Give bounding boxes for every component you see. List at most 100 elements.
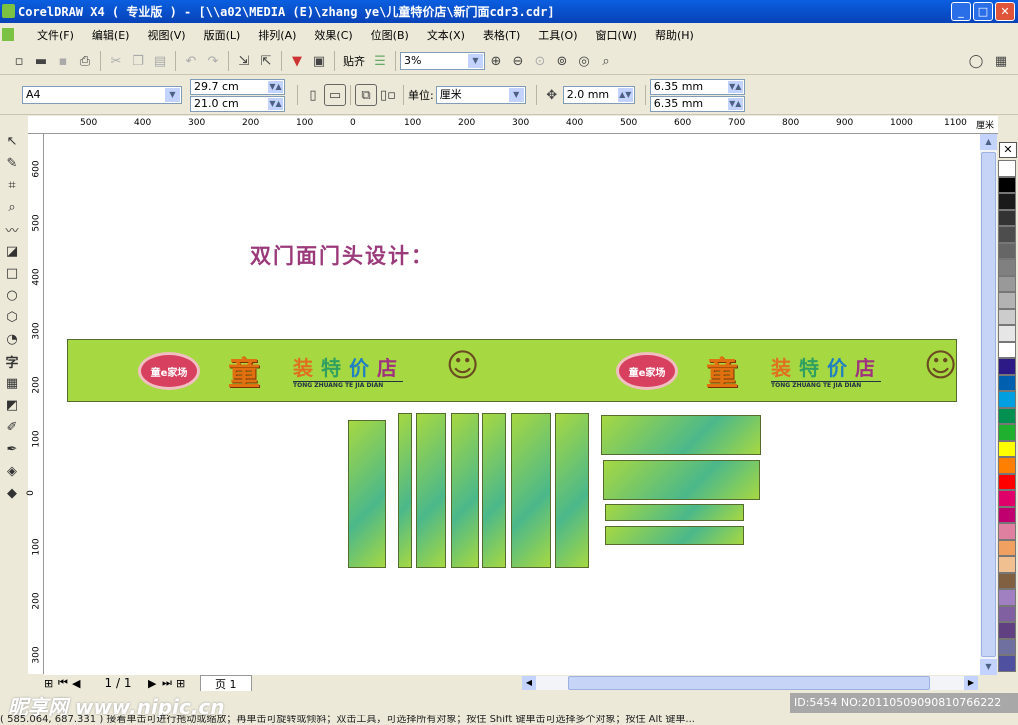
import-icon[interactable]: ⇲ (233, 50, 255, 72)
vertical-ruler[interactable]: 600 500 400 300 200 100 0 100 200 300 (26, 134, 44, 674)
print-icon[interactable]: ⎙ (74, 50, 96, 72)
color-swatch[interactable] (998, 589, 1016, 606)
zoom-selected-icon[interactable]: ⊙ (529, 50, 551, 72)
table-tool-icon[interactable]: ▦ (0, 372, 24, 394)
signage-panel[interactable] (416, 413, 446, 568)
signage-panel[interactable] (605, 526, 744, 545)
rectangle-tool-icon[interactable]: □ (0, 262, 24, 284)
zoom-all-icon[interactable]: ⊚ (551, 50, 573, 72)
snap-to-dropdown[interactable]: 贴齐 (339, 53, 369, 69)
color-swatch[interactable] (998, 572, 1016, 589)
color-swatch[interactable] (998, 242, 1016, 259)
zoom-page-icon[interactable]: ◎ (573, 50, 595, 72)
door-banner[interactable]: 童e家场童装特价店 TONG ZHUANG TE JIA DIAN ☺ 童e家场童装特… (67, 339, 957, 402)
fill-tool-icon[interactable]: ◈ (0, 460, 24, 482)
signage-panel[interactable] (348, 420, 386, 568)
color-swatch[interactable] (998, 523, 1016, 540)
freehand-tool-icon[interactable]: 〰 (0, 218, 24, 240)
polygon-tool-icon[interactable]: ⬡ (0, 306, 24, 328)
page-height-input[interactable]: 21.0 cm ▼▲ (190, 95, 285, 112)
menu-window[interactable]: 窗口(W) (587, 27, 646, 43)
menu-tools[interactable]: 工具(O) (529, 27, 586, 43)
color-swatch[interactable] (998, 457, 1016, 474)
signage-panel[interactable] (555, 413, 589, 568)
unit-select[interactable]: 厘米 ▼ (435, 86, 526, 104)
crop-tool-icon[interactable]: ⌗ (0, 174, 24, 196)
vertical-scrollbar[interactable]: ▲ ▼ (980, 134, 997, 675)
first-page-icon[interactable]: ⏮ (58, 676, 72, 690)
shape-tool-icon[interactable]: ✎ (0, 152, 24, 174)
color-swatch[interactable] (998, 622, 1016, 639)
color-swatch[interactable] (998, 341, 1016, 358)
scroll-left-icon[interactable]: ◀ (522, 676, 536, 690)
zoom-width-icon[interactable]: ⌕ (595, 50, 617, 72)
color-swatch[interactable] (998, 655, 1016, 672)
color-swatch[interactable] (998, 490, 1016, 507)
color-swatch[interactable] (998, 539, 1016, 556)
zoom-in-icon[interactable]: ⊕ (485, 50, 507, 72)
drawing-canvas[interactable]: 双门面门头设计： 童e家场童装特价店 TONG ZHUANG TE JIA DIA… (44, 134, 980, 675)
signage-panel[interactable] (601, 415, 761, 455)
landscape-icon[interactable]: ▭ (324, 84, 346, 106)
color-swatch[interactable] (998, 391, 1016, 408)
menu-help[interactable]: 帮助(H) (646, 27, 703, 43)
signage-panel[interactable] (603, 460, 760, 500)
application-launcher-icon[interactable]: ▼ (286, 50, 308, 72)
signage-panel[interactable] (398, 413, 412, 568)
duplicate-y-input[interactable]: 6.35 mm ▼▲ (649, 95, 745, 112)
menu-text[interactable]: 文本(X) (418, 27, 474, 43)
color-swatch[interactable] (998, 308, 1016, 325)
interactive-blend-icon[interactable]: ◩ (0, 394, 24, 416)
color-swatch[interactable] (998, 407, 1016, 424)
outline-tool-icon[interactable]: ✒ (0, 438, 24, 460)
options-icon[interactable]: ☰ (369, 50, 391, 72)
horizontal-scroll-thumb[interactable] (568, 676, 930, 690)
redo-icon[interactable]: ↷ (202, 50, 224, 72)
color-swatch[interactable] (998, 176, 1016, 193)
color-swatch[interactable] (998, 209, 1016, 226)
duplicate-x-input[interactable]: 6.35 mm ▼▲ (649, 78, 745, 95)
close-button[interactable]: ✕ (995, 2, 1015, 21)
add-page-icon[interactable]: ⊞ (44, 677, 58, 690)
add-page-after-icon[interactable]: ⊞ (176, 677, 190, 690)
smart-fill-icon[interactable]: ◪ (0, 240, 24, 262)
tab-page-1[interactable]: 页 1 (200, 674, 252, 692)
color-swatch[interactable] (998, 226, 1016, 243)
menu-effects[interactable]: 效果(C) (305, 27, 361, 43)
menu-bitmaps[interactable]: 位图(B) (362, 27, 418, 43)
page-width-input[interactable]: 29.7 cm ▼▲ (190, 78, 285, 95)
color-swatch[interactable] (998, 424, 1016, 441)
ellipse-tool-icon[interactable]: ○ (0, 284, 24, 306)
open-icon[interactable]: ▬ (30, 50, 52, 72)
menu-layout[interactable]: 版面(L) (195, 27, 250, 43)
scroll-right-icon[interactable]: ▶ (964, 676, 978, 690)
horizontal-ruler[interactable]: 厘米 500 400 300 200 100 0 100 200 300 400 500 600 700… (28, 116, 998, 134)
color-swatch[interactable] (998, 259, 1016, 276)
scroll-up-icon[interactable]: ▲ (980, 134, 997, 150)
color-swatch[interactable] (998, 638, 1016, 655)
nudge-distance-input[interactable]: 2.0 mm ▲▼ (562, 86, 635, 104)
menu-view[interactable]: 视图(V) (138, 27, 194, 43)
color-swatch[interactable] (998, 440, 1016, 457)
current-page-icon[interactable]: ▯▫ (377, 84, 399, 106)
zoom-tool-icon[interactable]: ⌕ (0, 196, 24, 218)
maximize-button[interactable]: □ (973, 2, 993, 21)
copy-icon[interactable]: ❐ (127, 50, 149, 72)
export-icon[interactable]: ⇱ (255, 50, 277, 72)
menu-arrange[interactable]: 排列(A) (249, 27, 305, 43)
color-swatch[interactable] (998, 292, 1016, 309)
new-icon[interactable]: ▫ (8, 50, 30, 72)
eyedropper-icon[interactable]: ✐ (0, 416, 24, 438)
signage-panel[interactable] (605, 504, 744, 521)
snap-icon[interactable]: ◯ (965, 50, 987, 72)
welcome-screen-icon[interactable]: ▣ (308, 50, 330, 72)
minimize-button[interactable]: _ (951, 2, 971, 21)
zoom-level-select[interactable]: 3% ▼ (400, 52, 485, 70)
color-swatch[interactable] (998, 374, 1016, 391)
save-icon[interactable]: ▪ (52, 50, 74, 72)
corel-online-icon[interactable]: ▦ (990, 50, 1012, 72)
color-swatch[interactable] (998, 473, 1016, 490)
prev-page-icon[interactable]: ◀ (72, 677, 88, 690)
all-pages-icon[interactable]: ⧉ (355, 84, 377, 106)
last-page-icon[interactable]: ⏭ (162, 676, 176, 690)
